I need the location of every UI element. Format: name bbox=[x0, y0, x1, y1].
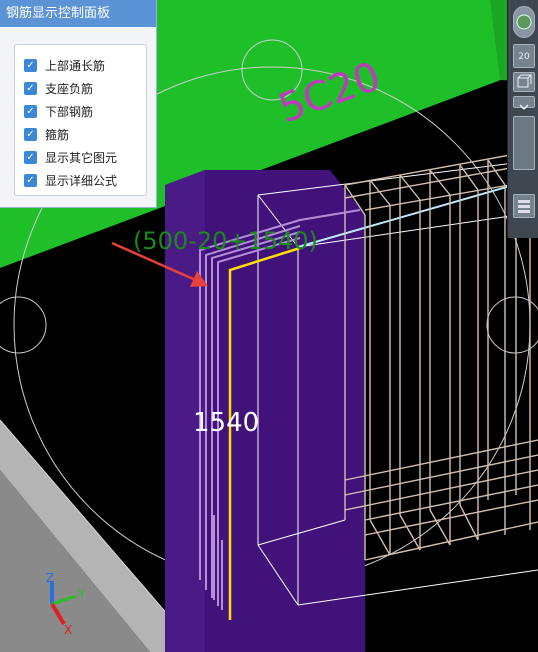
option-label: 支座负筋 bbox=[45, 82, 94, 96]
checkbox-support-negative-rebar[interactable]: ✓ bbox=[24, 82, 37, 95]
option-label: 箍筋 bbox=[45, 128, 70, 142]
layers-button[interactable] bbox=[513, 194, 535, 218]
view-cube-button[interactable] bbox=[513, 6, 535, 38]
option-label: 下部钢筋 bbox=[45, 105, 94, 119]
option-show-other-elements[interactable]: ✓ 显示其它图元 bbox=[15, 146, 146, 169]
layers-icon bbox=[518, 200, 530, 213]
option-top-through-rebar[interactable]: ✓ 上部通长筋 bbox=[15, 54, 146, 77]
formula-label: (500-20+1540) bbox=[133, 227, 318, 255]
scroll-panel[interactable] bbox=[513, 116, 535, 170]
rebar-display-control-panel: 钢筋显示控制面板 ✓ 上部通长筋 ✓ 支座负筋 ✓ 下部钢筋 ✓ 箍筋 ✓ 显示… bbox=[0, 0, 157, 208]
checkbox-bottom-rebar[interactable]: ✓ bbox=[24, 105, 37, 118]
option-support-negative-rebar[interactable]: ✓ 支座负筋 bbox=[15, 77, 146, 100]
option-label: 显示其它图元 bbox=[45, 151, 118, 165]
box-view-button[interactable] bbox=[513, 72, 535, 92]
sphere-icon bbox=[516, 14, 532, 30]
cube-icon bbox=[517, 74, 533, 88]
option-label: 显示详细公式 bbox=[45, 174, 118, 188]
option-bottom-rebar[interactable]: ✓ 下部钢筋 bbox=[15, 100, 146, 123]
length-label: 1540 bbox=[193, 408, 259, 438]
checkbox-show-detailed-formula[interactable]: ✓ bbox=[24, 174, 37, 187]
option-stirrups[interactable]: ✓ 箍筋 bbox=[15, 123, 146, 146]
checkbox-show-other-elements[interactable]: ✓ bbox=[24, 151, 37, 164]
checkbox-top-through-rebar[interactable]: ✓ bbox=[24, 59, 37, 72]
option-show-detailed-formula[interactable]: ✓ 显示详细公式 bbox=[15, 169, 146, 192]
x-axis-label: X bbox=[64, 623, 72, 637]
chevron-down-icon bbox=[519, 104, 529, 111]
panel-title: 钢筋显示控制面板 bbox=[0, 0, 156, 27]
z-axis-label: Z bbox=[46, 571, 54, 585]
panel-options: ✓ 上部通长筋 ✓ 支座负筋 ✓ 下部钢筋 ✓ 箍筋 ✓ 显示其它图元 ✓ 显示… bbox=[14, 44, 147, 196]
checkbox-stirrups[interactable]: ✓ bbox=[24, 128, 37, 141]
option-label: 上部通长筋 bbox=[45, 59, 106, 73]
chevron-down-button[interactable] bbox=[513, 96, 535, 111]
y-axis-label: Y bbox=[77, 587, 86, 601]
zoom-level-button[interactable]: 20 bbox=[513, 44, 535, 68]
view-toolbar: 20 bbox=[507, 0, 538, 238]
